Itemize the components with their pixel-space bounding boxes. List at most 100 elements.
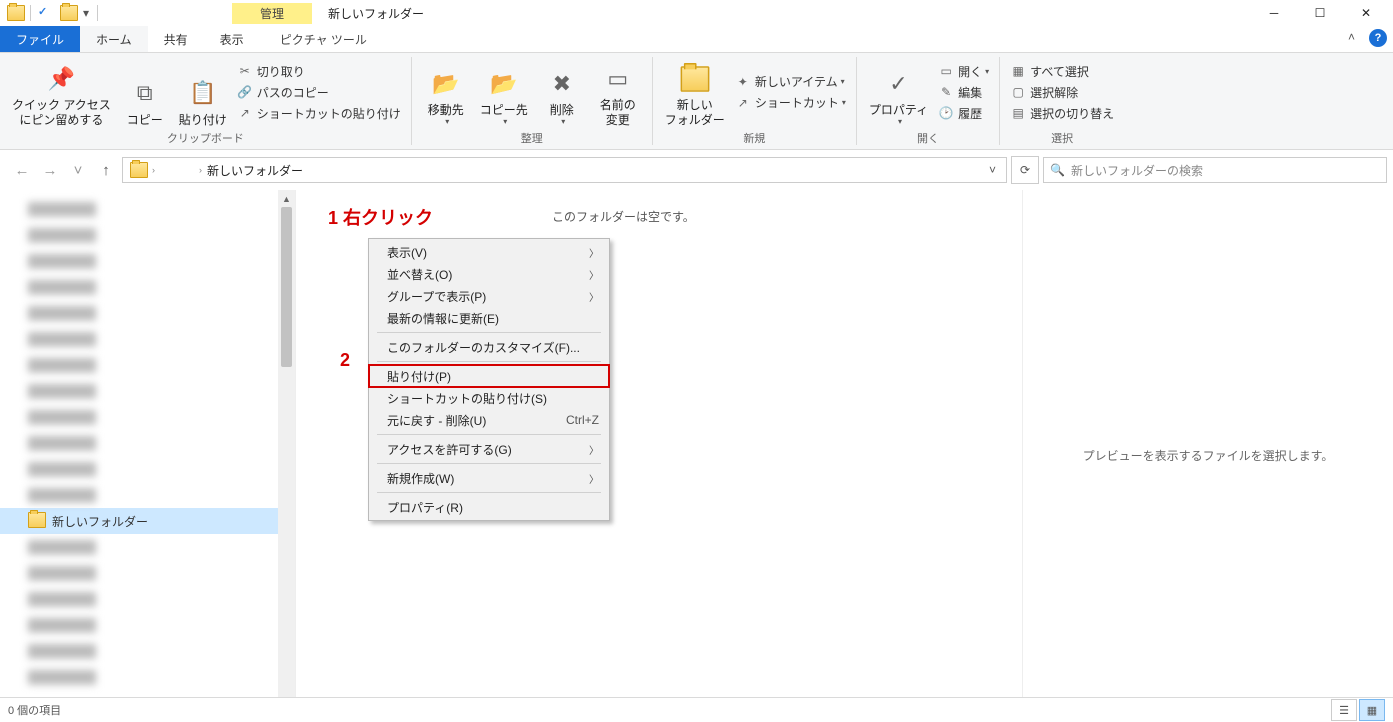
back-button[interactable]: ← [10,158,34,182]
annotation-2: 2 [340,350,350,371]
context-menu: 表示(V)〉 並べ替え(O)〉 グループで表示(P)〉 最新の情報に更新(E) … [368,238,610,521]
copy-path-button[interactable]: 🔗パスのコピー [233,82,405,103]
ctx-view[interactable]: 表示(V)〉 [369,241,609,263]
shortcut-icon: ↗ [237,105,253,121]
close-button[interactable]: ✕ [1343,0,1389,26]
paste-shortcut-button[interactable]: ↗ショートカットの貼り付け [233,103,405,124]
tab-home[interactable]: ホーム [80,26,148,52]
collapse-ribbon-button[interactable]: ˄ [1340,26,1363,52]
qat-properties-icon[interactable] [38,5,54,21]
crumb-blank[interactable]: ████ [158,163,196,177]
tree-item-blurred[interactable]: ████████ [0,612,295,638]
pin-to-quickaccess-button[interactable]: 📌クイック アクセス にピン留めする [6,55,117,129]
tab-picture-tools[interactable]: ピクチャ ツール [264,26,383,52]
scroll-thumb[interactable] [281,207,292,367]
ctx-sort[interactable]: 並べ替え(O)〉 [369,263,609,285]
maximize-button[interactable]: ☐ [1297,0,1343,26]
search-box[interactable]: 🔍 新しいフォルダーの検索 [1043,157,1387,183]
recent-locations-button[interactable]: ˅ [66,158,90,182]
minimize-button[interactable]: ─ [1251,0,1297,26]
submenu-arrow-icon: 〉 [589,289,599,304]
refresh-button[interactable]: ⟳ [1011,156,1039,184]
help-button[interactable]: ? [1369,29,1387,47]
ctx-properties[interactable]: プロパティ(R) [369,496,609,518]
rename-button[interactable]: ▭名前の 変更 [590,55,646,129]
move-to-button[interactable]: 📂移動先 [418,55,474,129]
ctx-groupby[interactable]: グループで表示(P)〉 [369,285,609,307]
tree-item-selected[interactable]: 新しいフォルダー [0,508,295,534]
submenu-arrow-icon: 〉 [589,442,599,457]
tab-file[interactable]: ファイル [0,26,80,52]
app-folder-icon [7,5,23,21]
cut-button[interactable]: ✂切り取り [233,61,405,82]
tree-item-blurred[interactable]: ████████ [0,248,295,274]
tree-item-blurred[interactable]: ████████ [0,300,295,326]
tree-item-blurred[interactable]: ████████ [0,196,295,222]
ctx-paste-shortcut[interactable]: ショートカットの貼り付け(S) [369,387,609,409]
tree-item-blurred[interactable]: ████████ [0,586,295,612]
tree-item-blurred[interactable]: ████████ [0,456,295,482]
ctx-refresh[interactable]: 最新の情報に更新(E) [369,307,609,329]
ctx-undo[interactable]: 元に戻す - 削除(U)Ctrl+Z [369,409,609,431]
ctx-separator [377,434,601,435]
view-thumbnails-button[interactable]: ▦ [1359,699,1385,721]
history-button[interactable]: 🕑履歴 [934,103,993,124]
qat-newfolder-icon[interactable] [60,5,76,21]
content-pane[interactable]: このフォルダーは空です。 1 右クリック 2 表示(V)〉 並べ替え(O)〉 グ… [296,190,1022,720]
tree-item-blurred[interactable]: ████████ [0,222,295,248]
tree-item-blurred[interactable]: ████████ [0,326,295,352]
rename-icon: ▭ [602,63,634,95]
titlebar: ▾ 管理 新しいフォルダー ─ ☐ ✕ [0,0,1393,26]
edit-button[interactable]: ✎編集 [934,82,993,103]
tree-item-blurred[interactable]: ████████ [0,274,295,300]
open-button[interactable]: ▭開く [934,61,993,82]
ctx-undo-accel: Ctrl+Z [566,413,599,427]
address-bar[interactable]: › ████ › 新しいフォルダー ˅ [122,157,1007,183]
tree-item-blurred[interactable]: ████████ [0,560,295,586]
crumb-current[interactable]: 新しいフォルダー [205,162,305,179]
chevron-right-icon[interactable]: › [152,165,155,175]
new-shortcut-button[interactable]: ↗ショートカット [731,92,850,113]
history-icon: 🕑 [938,105,954,121]
new-folder-button[interactable]: 新しい フォルダー [659,55,731,129]
delete-button[interactable]: ✖削除 [534,55,590,129]
tab-view[interactable]: 表示 [204,26,260,52]
new-item-button[interactable]: ✦新しいアイテム [731,71,850,92]
annotation-1: 1 右クリック [328,204,433,230]
copy-button[interactable]: ⧉コピー [117,55,173,129]
qat-separator [30,5,31,21]
ctx-new[interactable]: 新規作成(W)〉 [369,467,609,489]
nav-tree[interactable]: ████████ ████████ ████████ ████████ ████… [0,190,296,720]
tree-item-blurred[interactable]: ████████ [0,404,295,430]
select-all-button[interactable]: ▦すべて選択 [1006,61,1118,82]
up-button[interactable]: ↑ [94,158,118,182]
forward-button[interactable]: → [38,158,62,182]
tree-item-blurred[interactable]: ████████ [0,352,295,378]
scroll-up-icon[interactable]: ▲ [278,190,295,207]
ctx-access[interactable]: アクセスを許可する(G)〉 [369,438,609,460]
ctx-customize[interactable]: このフォルダーのカスタマイズ(F)... [369,336,609,358]
properties-button[interactable]: ✓プロパティ [863,55,934,129]
copy-to-button[interactable]: 📂コピー先 [474,55,534,129]
ctx-paste[interactable]: 貼り付け(P) [369,365,609,387]
tree-item-blurred[interactable]: ████████ [0,482,295,508]
copy-icon: ⧉ [129,78,161,110]
qat-customize-dropdown[interactable]: ▾ [79,6,93,20]
group-organize-label: 整理 [418,129,646,147]
tree-item-blurred[interactable]: ████████ [0,430,295,456]
group-open-label: 開く [863,129,993,147]
tree-item-blurred[interactable]: ████████ [0,534,295,560]
explorer-body: ████████ ████████ ████████ ████████ ████… [0,190,1393,720]
tree-item-blurred[interactable]: ████████ [0,638,295,664]
tree-item-blurred[interactable]: ████████ [0,378,295,404]
chevron-right-icon-2[interactable]: › [199,165,202,175]
invert-selection-button[interactable]: ▤選択の切り替え [1006,103,1118,124]
address-dropdown[interactable]: ˅ [983,163,1002,177]
view-details-button[interactable]: ☰ [1331,699,1357,721]
tree-item-blurred[interactable]: ████████ [0,664,295,690]
select-none-button[interactable]: ▢選択解除 [1006,82,1118,103]
tree-scrollbar[interactable]: ▲ ▼ [278,190,295,720]
tab-share[interactable]: 共有 [148,26,204,52]
paste-button[interactable]: 📋貼り付け [173,55,233,129]
properties-icon: ✓ [882,68,914,100]
